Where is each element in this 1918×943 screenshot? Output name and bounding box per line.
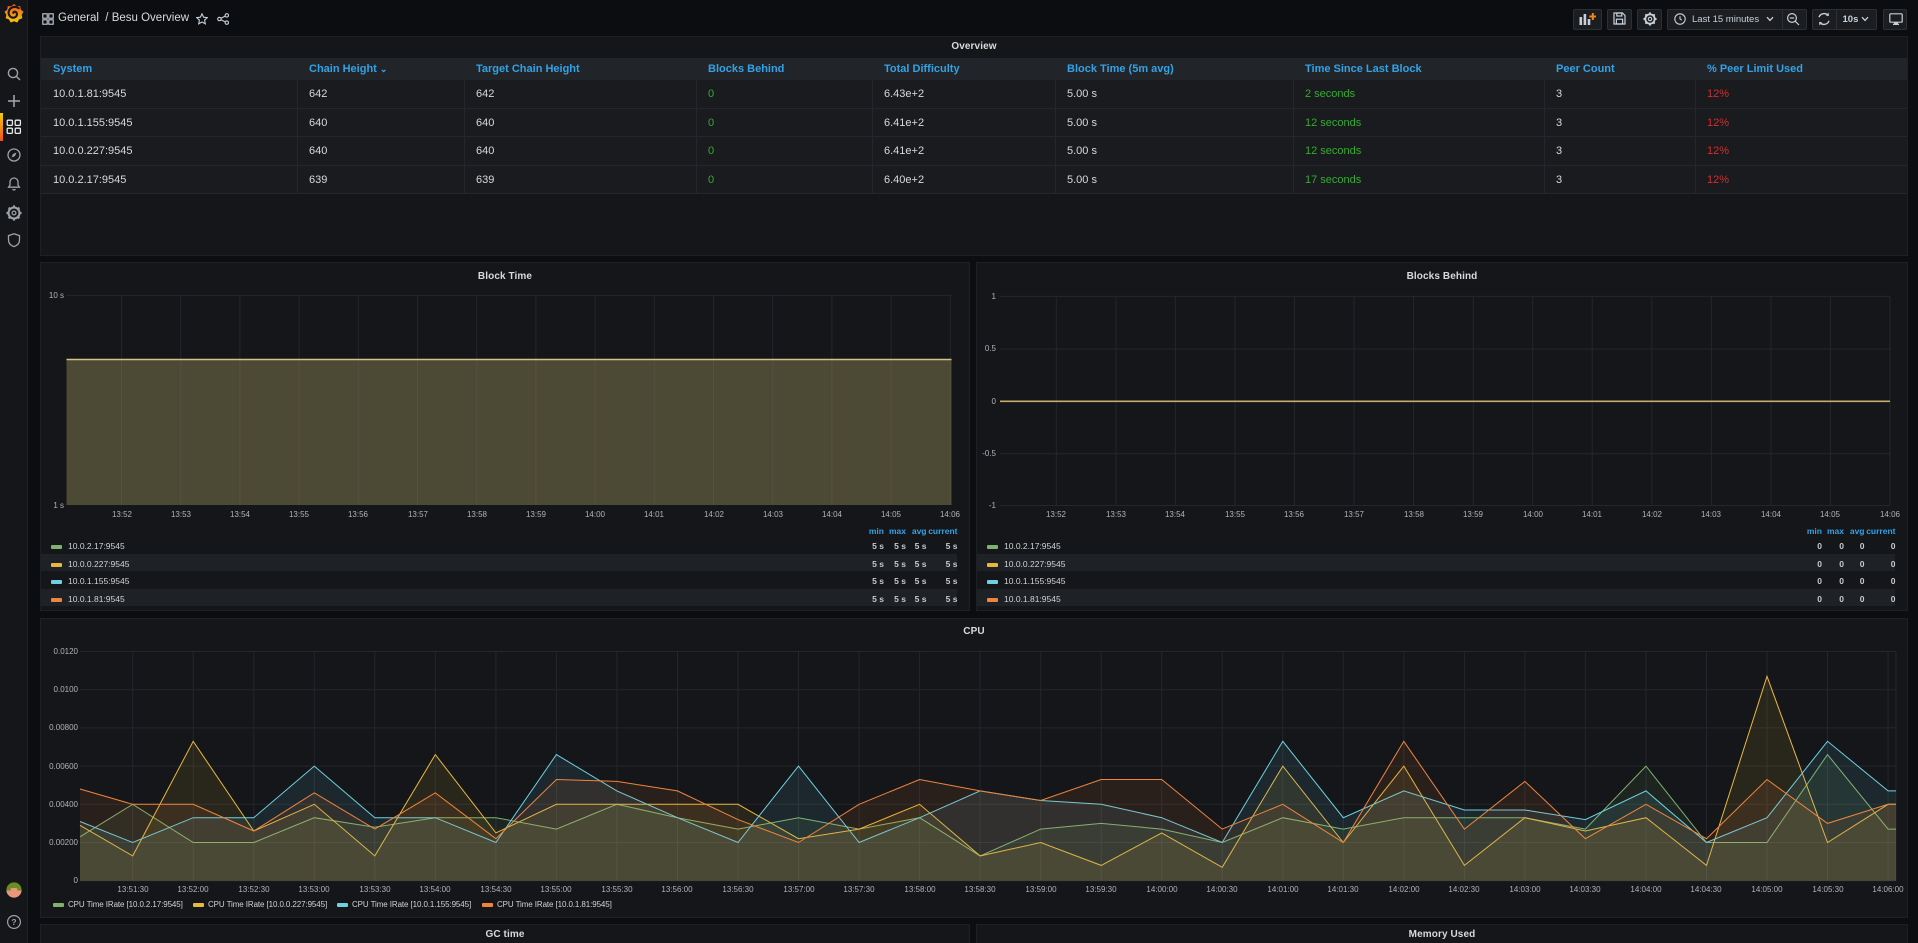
svg-text:?: ? (11, 917, 16, 927)
